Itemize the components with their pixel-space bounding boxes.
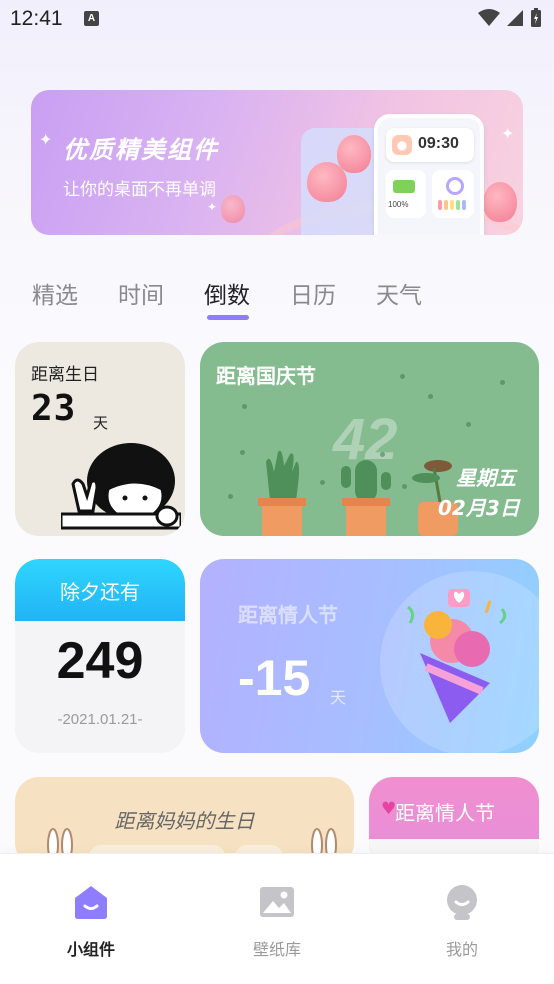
tab-countdown[interactable]: 倒数: [204, 276, 250, 310]
sparkle-icon: ✦: [207, 200, 218, 214]
tulip-decoration: [337, 135, 371, 173]
nav-widgets[interactable]: 小组件: [31, 882, 151, 960]
widget-weekday: 星期五: [456, 466, 516, 490]
promo-banner[interactable]: ✦ ✦ ✦ 优质精美组件 让你的桌面不再单调 ● 09:30 100%: [31, 90, 523, 235]
battery-face-icon: [393, 180, 415, 193]
party-popper-icon: [407, 589, 507, 723]
widget-date: -2021.01.21-: [57, 711, 143, 728]
national-day-countdown-widget[interactable]: 距离国庆节 42 星期五 02月3日: [200, 342, 539, 536]
widget-days: -15: [238, 650, 311, 706]
tab-weather[interactable]: 天气: [376, 276, 422, 310]
paw-icon: ●: [392, 135, 412, 155]
bottom-navigation: 小组件 壁纸库 我的: [0, 853, 554, 984]
home-icon: [75, 886, 107, 919]
banner-phone-mockup: ● 09:30 100%: [374, 114, 484, 235]
tab-featured[interactable]: 精选: [32, 276, 78, 310]
nav-label: 我的: [445, 940, 478, 959]
active-tab-indicator: [207, 315, 249, 320]
new-year-eve-countdown-widget[interactable]: 除夕还有 249 -2021.01.21-: [15, 559, 185, 753]
heart-icon: ♥: [381, 799, 397, 819]
nav-label: 小组件: [66, 940, 115, 959]
widget-days: 23: [31, 388, 77, 429]
cartoon-girl-illustration: [61, 443, 181, 530]
ring-icon: [446, 177, 464, 195]
banner-subtitle: 让你的桌面不再单调: [63, 180, 216, 200]
nav-profile[interactable]: 我的: [402, 882, 522, 960]
ring-widget-preview: [432, 170, 474, 218]
nav-wallpapers[interactable]: 壁纸库: [217, 882, 337, 960]
tab-calendar[interactable]: 日历: [290, 276, 336, 310]
widget-label: 距离情人节: [395, 801, 495, 825]
notification-icon: A: [84, 11, 99, 26]
category-tabs: 精选 时间 倒数 日历 天气: [0, 276, 554, 326]
sparkle-icon: ✦: [39, 130, 53, 149]
status-bar: 12:41 A: [0, 0, 554, 38]
sparkle-icon: ✦: [501, 124, 515, 143]
battery-icon: [531, 8, 541, 27]
wallpaper-icon: [260, 887, 294, 917]
clock-widget-preview: ● 09:30: [386, 128, 474, 162]
banner-title: 优质精美组件: [63, 136, 219, 164]
signal-icon: [507, 10, 523, 26]
color-bars: [438, 200, 466, 210]
battery-widget-preview: 100%: [386, 170, 426, 218]
widget-date: 02月3日: [438, 496, 520, 520]
widget-days: 249: [56, 632, 144, 690]
widget-label: 距离生日: [31, 365, 99, 385]
status-time: 12:41: [10, 7, 63, 30]
profile-icon: [447, 885, 477, 920]
battery-percent: 100%: [388, 200, 409, 209]
nav-label: 壁纸库: [252, 940, 301, 959]
birthday-countdown-widget[interactable]: 距离生日 23 天: [15, 342, 185, 536]
tulip-decoration: [221, 195, 245, 223]
clock-time: 09:30: [418, 135, 459, 152]
widget-unit: 天: [93, 414, 109, 432]
widget-label: 除夕还有: [60, 580, 140, 604]
widget-label: 距离情人节: [238, 603, 338, 627]
status-icons: [478, 8, 542, 28]
wifi-icon: [478, 9, 500, 26]
valentine-countdown-widget[interactable]: 距离情人节 -15 天: [200, 559, 539, 753]
widget-unit: 天: [330, 688, 347, 707]
tab-time[interactable]: 时间: [118, 276, 164, 310]
widget-header: 除夕还有: [15, 559, 185, 621]
tulip-decoration: [483, 182, 517, 222]
